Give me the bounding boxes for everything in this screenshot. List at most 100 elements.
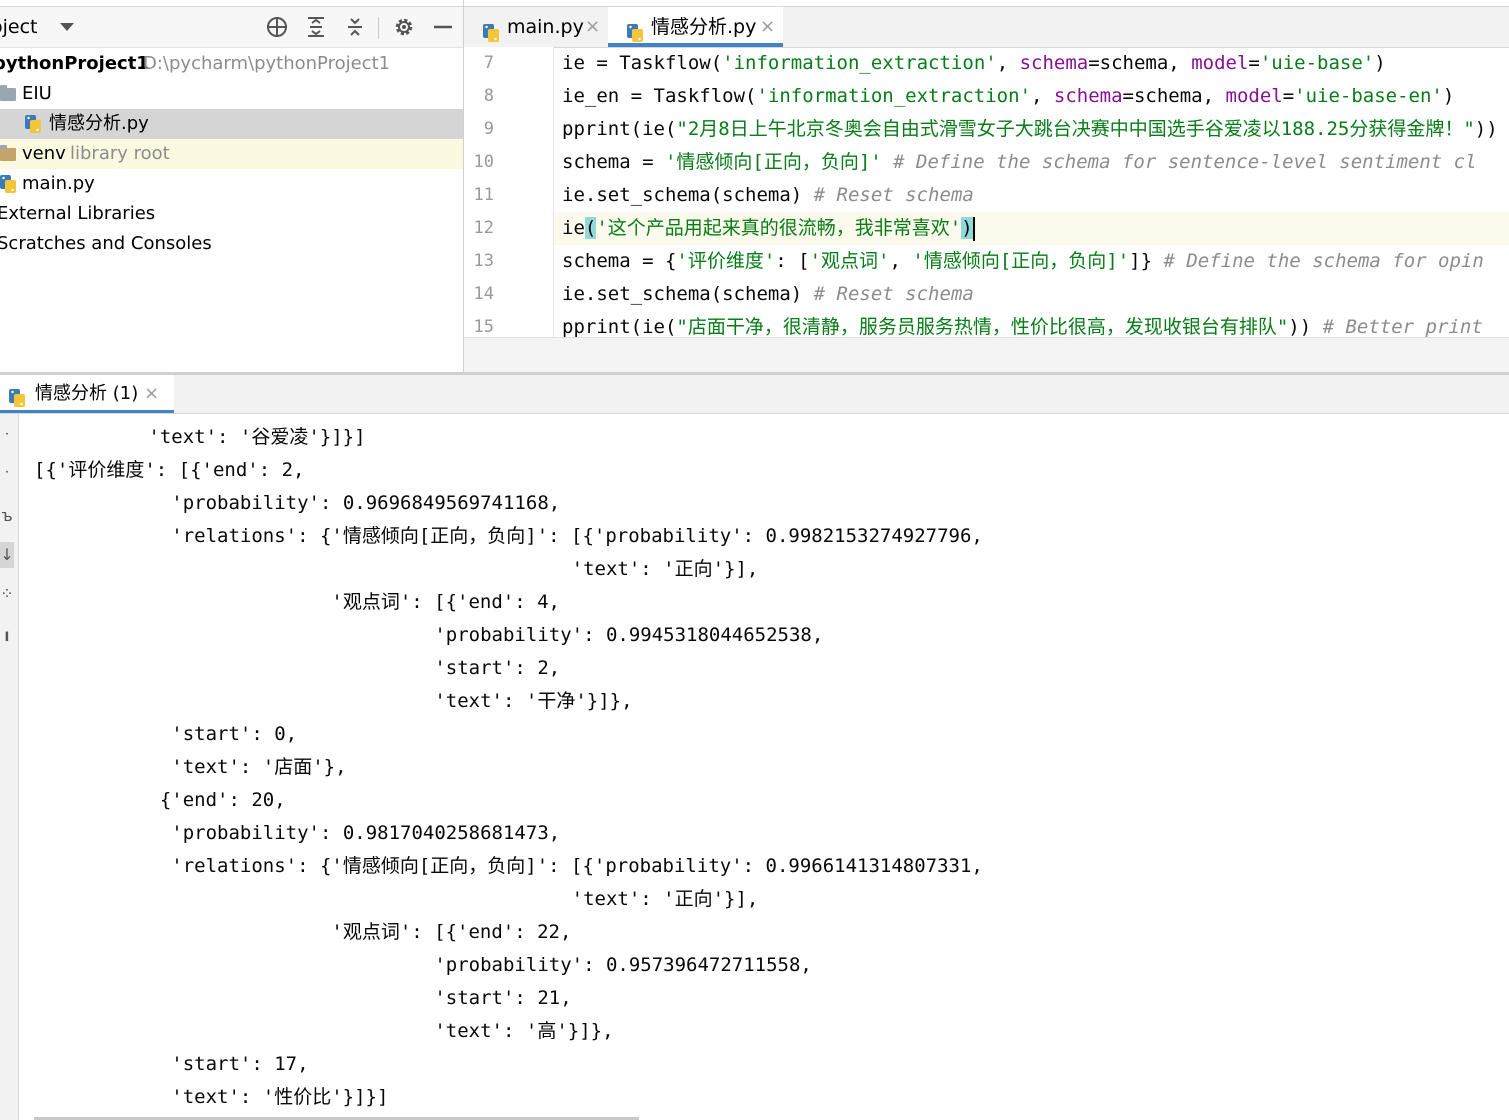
code-line[interactable]: pprint(ie("2月8日上午北京冬奥会自由式滑雪女子大跳台决赛中中国选手谷… <box>562 113 1498 146</box>
tree-item-label: venv <box>22 143 66 164</box>
restore-layout-icon[interactable]: ъ <box>0 508 14 524</box>
tree-item-label: EIU <box>22 83 52 104</box>
tree-item-main-py[interactable]: main.py <box>0 169 463 199</box>
gear-icon[interactable] <box>392 15 416 39</box>
console-line: 'text': '性价比'}]}] <box>34 1086 389 1108</box>
code-editor[interactable]: 7 8 9 10 11 12 13 14 15 ie = Taskflow('informati… <box>464 47 1509 337</box>
code-token: pprint(ie( <box>562 316 677 337</box>
code-token: ) <box>1374 52 1386 74</box>
tree-item-label: 情感分析.py <box>49 113 149 134</box>
code-token: pprint(ie( <box>562 118 677 140</box>
folder-icon <box>0 85 16 101</box>
tree-item-sentiment-py[interactable]: 情感分析.py <box>0 109 463 139</box>
console-line: 'start': 0, <box>34 723 298 745</box>
rerun-icon[interactable]: ˙ <box>0 432 14 448</box>
console-line: 'text': '店面'}, <box>34 756 347 778</box>
tree-item-label: Scratches and Consoles <box>0 233 212 254</box>
editor-horizontal-scroll-area[interactable] <box>464 337 1509 372</box>
code-token: , <box>889 250 913 272</box>
tab-sentiment-py[interactable]: 情感分析.py × <box>608 7 783 47</box>
console-line: 'text': '干净'}]}, <box>34 690 633 712</box>
console-line: 'probability': 0.9817040258681473, <box>34 822 561 844</box>
console-line: 'start': 17, <box>34 1053 309 1075</box>
code-token: , <box>996 52 1020 74</box>
collapse-all-icon[interactable] <box>343 15 367 39</box>
python-file-icon <box>625 17 645 42</box>
line-number-gutter: 7 8 9 10 11 12 13 14 15 <box>464 47 554 337</box>
close-icon[interactable]: × <box>144 375 159 413</box>
console-line: 'text': '正向'}], <box>34 558 759 580</box>
code-line[interactable]: pprint(ie("店面干净，很清静，服务员服务热情，性价比很高，发现收银台有… <box>562 311 1483 337</box>
code-token: )) <box>1474 118 1498 140</box>
python-file-icon <box>7 384 27 407</box>
tab-label: 情感分析.py <box>651 16 757 38</box>
code-keyword-arg: model <box>1191 52 1249 74</box>
stop-icon[interactable]: ˙ <box>0 470 14 486</box>
hide-panel-icon[interactable] <box>431 15 455 39</box>
line-number: 15 <box>473 317 494 337</box>
console-line: '观点词': [{'end': 22, <box>34 921 572 943</box>
line-number: 11 <box>473 185 494 205</box>
code-comment: # Define the schema for opin <box>1163 250 1484 272</box>
project-view-selector[interactable]: oject <box>0 16 74 38</box>
code-line[interactable]: ie = Taskflow('information_extraction', … <box>562 47 1386 80</box>
project-panel: oject pythonProject1 D:\pycharm\pythonPr… <box>0 0 463 372</box>
code-string: '情感倾向[正向，负向]' <box>912 250 1130 272</box>
delete-icon[interactable]: ╻ <box>0 624 14 640</box>
locate-icon[interactable] <box>265 15 289 39</box>
code-line[interactable]: schema = '情感倾向[正向，负向]' # Define the sche… <box>562 146 1477 179</box>
tree-item-label: External Libraries <box>0 203 156 224</box>
tree-item-venv[interactable]: venv library root <box>0 139 463 169</box>
code-token: schema = <box>562 151 665 173</box>
code-token: schema = { <box>562 250 677 272</box>
python-file-icon <box>0 174 18 194</box>
scroll-to-end-icon[interactable]: ↓ <box>0 542 14 568</box>
code-line[interactable]: schema = {'评价维度': ['观点词', '情感倾向[正向，负向]']… <box>562 245 1484 278</box>
code-comment: # Reset schema <box>813 283 974 305</box>
tree-item-path: D:\pycharm\pythonProject1 <box>143 53 391 74</box>
run-side-toolbar: ˙ ˙ ъ ↓ ⁘ ╻ <box>0 414 19 1120</box>
code-keyword-arg: schema <box>1053 85 1123 107</box>
line-number: 14 <box>473 284 494 304</box>
python-file-icon <box>23 114 43 134</box>
line-number: 8 <box>483 86 494 106</box>
close-icon[interactable]: × <box>760 7 775 47</box>
tree-item-scratches[interactable]: Scratches and Consoles <box>0 229 463 259</box>
console-output[interactable]: 'text': '谷爱凌'}]}] [{'评价维度': [{'end': 2, '… <box>19 414 1509 1120</box>
code-comment: # Better print <box>1322 316 1483 337</box>
print-icon[interactable]: ⁘ <box>0 586 14 602</box>
code-line[interactable]: ie('这个产品用起来真的很流畅，我非常喜欢') <box>562 212 975 245</box>
code-string: 'uie-base' <box>1259 52 1375 74</box>
code-token: ) <box>1442 85 1455 107</box>
code-line[interactable]: ie.set_schema(schema) # Reset schema <box>562 179 974 212</box>
run-panel-header: 情感分析 (1) × <box>0 375 1509 414</box>
code-string: 'information_extraction' <box>722 52 997 74</box>
expand-all-icon[interactable] <box>304 15 328 39</box>
editor-tab-bar: main.py × 情感分析.py × <box>464 6 1509 48</box>
code-token: , <box>1031 85 1054 107</box>
console-line: 'relations': {'情感倾向[正向，负向]': [{'probabil… <box>34 855 983 877</box>
code-string: 'uie-base-en' <box>1294 85 1443 107</box>
run-tab[interactable]: 情感分析 (1) × <box>0 375 174 413</box>
python-file-icon <box>481 17 501 42</box>
tree-item-external-libraries[interactable]: External Libraries <box>0 199 463 229</box>
tab-main-py[interactable]: main.py × <box>464 7 607 47</box>
code-string: '观点词' <box>809 250 890 272</box>
line-number: 10 <box>473 152 494 172</box>
code-token: )) <box>1288 316 1323 337</box>
tree-item-project-root[interactable]: pythonProject1 D:\pycharm\pythonProject1 <box>0 49 463 79</box>
code-line[interactable]: ie.set_schema(schema) # Reset schema <box>562 278 974 311</box>
toolbar-separator <box>378 17 379 39</box>
tree-item-eiu[interactable]: EIU <box>0 79 463 109</box>
close-icon[interactable]: × <box>585 7 600 47</box>
code-token: ie.set_schema(schema) <box>562 184 814 206</box>
code-token: =schema, <box>1088 52 1192 74</box>
console-line: 'probability': 0.9696849569741168, <box>34 492 561 514</box>
code-keyword-arg: schema <box>1019 52 1089 74</box>
chevron-down-icon <box>59 23 74 31</box>
console-line: 'text': '谷爱凌'}]}] <box>34 426 366 448</box>
code-string: 'information_extraction' <box>756 85 1032 107</box>
code-line[interactable]: ie_en = Taskflow('information_extraction… <box>562 80 1454 113</box>
console-line: 'text': '正向'}], <box>34 888 759 910</box>
